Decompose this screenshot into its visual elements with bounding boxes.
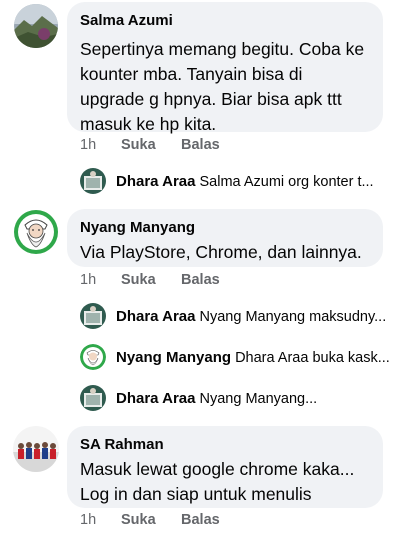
like-button[interactable]: Suka bbox=[121, 270, 156, 290]
comment-text-line: upgrade g hpnya. Biar bisa apk ttt bbox=[80, 89, 342, 109]
reply-button[interactable]: Balas bbox=[181, 510, 220, 530]
comment-bubble: Nyang Manyang Via PlayStore, Chrome, dan… bbox=[67, 209, 383, 267]
reply-item[interactable]: Dhara Araa Nyang Manyang... bbox=[80, 385, 410, 413]
reply-preview: Salma Azumi org konter t... bbox=[199, 174, 374, 190]
bearded-man-avatar-icon bbox=[80, 344, 106, 370]
comment-text-line: Log in dan siap untuk menulis bbox=[80, 484, 312, 504]
comment-avatar[interactable] bbox=[14, 4, 58, 48]
comment-text-line: Masuk lewat google chrome kaka... bbox=[80, 459, 355, 479]
reply-preview: Nyang Manyang maksudny... bbox=[199, 309, 387, 325]
reply-author: Dhara Araa bbox=[116, 308, 196, 325]
comment-text-line: masuk ke hp kita. bbox=[80, 114, 217, 134]
like-button[interactable]: Suka bbox=[121, 135, 156, 155]
comment-text-line: Via PlayStore, Chrome, dan lainnya. bbox=[80, 242, 362, 262]
reply-preview-line: Nyang Manyang Dhara Araa buka kask... bbox=[116, 348, 406, 368]
reply-avatar bbox=[80, 385, 106, 411]
person-avatar-icon bbox=[80, 168, 106, 194]
like-button[interactable]: Suka bbox=[121, 510, 156, 530]
reply-avatar bbox=[80, 344, 106, 370]
reply-item[interactable]: Dhara Araa Salma Azumi org konter t... bbox=[80, 168, 410, 196]
reply-button[interactable]: Balas bbox=[181, 270, 220, 290]
comment-timestamp: 1h bbox=[80, 137, 97, 153]
landscape-avatar-icon bbox=[14, 4, 58, 48]
comment-actions: 1h Suka Balas bbox=[80, 270, 380, 290]
person-avatar-icon bbox=[80, 385, 106, 411]
reply-preview-line: Dhara Araa Nyang Manyang... bbox=[116, 389, 406, 409]
comment-bubble: SA Rahman Masuk lewat google chrome kaka… bbox=[67, 426, 383, 508]
comment-bubble: Salma Azumi Sepertinya memang begitu. Co… bbox=[67, 2, 383, 134]
comment-text-line: kounter mba. Tanyain bisa di bbox=[80, 64, 303, 84]
reply-author: Nyang Manyang bbox=[116, 349, 232, 366]
reply-preview-line: Dhara Araa Nyang Manyang maksudny... bbox=[116, 307, 406, 327]
reply-avatar bbox=[80, 303, 106, 329]
comment-avatar[interactable] bbox=[13, 209, 59, 255]
comment-timestamp: 1h bbox=[80, 272, 97, 288]
comment-timestamp: 1h bbox=[80, 512, 97, 528]
reply-button[interactable]: Balas bbox=[181, 135, 220, 155]
bearded-man-avatar-icon bbox=[13, 209, 59, 255]
reply-preview: Dhara Araa buka kask... bbox=[235, 350, 390, 366]
reply-preview-line: Dhara Araa Salma Azumi org konter t... bbox=[116, 172, 406, 192]
reply-author: Dhara Araa bbox=[116, 390, 196, 407]
reply-preview: Nyang Manyang... bbox=[199, 391, 318, 407]
group-photo-avatar-icon bbox=[13, 426, 59, 472]
comment-author[interactable]: SA Rahman bbox=[80, 435, 370, 455]
reply-avatar bbox=[80, 168, 106, 194]
comment-author[interactable]: Nyang Manyang bbox=[80, 218, 370, 238]
person-avatar-icon bbox=[80, 303, 106, 329]
reply-author: Dhara Araa bbox=[116, 173, 196, 190]
comment-text-line: Sepertinya memang begitu. Coba ke bbox=[80, 39, 365, 59]
comment-author[interactable]: Salma Azumi bbox=[80, 11, 370, 31]
comment-actions: 1h Suka Balas bbox=[80, 510, 380, 530]
reply-item[interactable]: Dhara Araa Nyang Manyang maksudny... bbox=[80, 303, 410, 331]
comment-actions: 1h Suka Balas bbox=[80, 135, 380, 155]
reply-item[interactable]: Nyang Manyang Dhara Araa buka kask... bbox=[80, 344, 410, 372]
comment-avatar[interactable] bbox=[13, 426, 59, 472]
